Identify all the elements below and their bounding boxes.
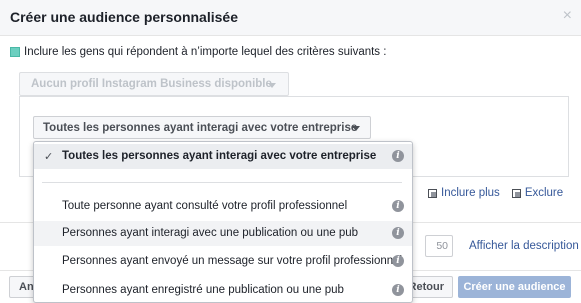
show-description-link[interactable]: Afficher la description bbox=[469, 240, 579, 252]
audience-name-char-count: 50 bbox=[425, 235, 453, 257]
dropdown-item-label: Personnes ayant interagi avec une public… bbox=[62, 227, 359, 239]
include-more-label: Inclure plus bbox=[441, 187, 500, 199]
dropdown-item-all-interactions[interactable]: ✓ Toutes les personnes ayant interagi av… bbox=[34, 144, 412, 169]
dialog-header: Créer une audience personnalisée × bbox=[0, 0, 581, 36]
dropdown-item-profile-visits[interactable]: Toute personne ayant consulté votre prof… bbox=[34, 194, 412, 219]
include-more-link[interactable]: Inclure plus bbox=[428, 187, 500, 199]
back-button[interactable]: Retour bbox=[406, 276, 453, 298]
include-marker-icon bbox=[10, 47, 20, 57]
dropdown-item-post-interactions[interactable]: Personnes ayant interagi avec une public… bbox=[34, 221, 412, 246]
dropdown-item-label: Personnes ayant enregistré une publicati… bbox=[62, 284, 344, 296]
interaction-type-dropdown: ✓ Toutes les personnes ayant interagi av… bbox=[33, 141, 413, 303]
exclude-label: Exclure bbox=[524, 187, 564, 199]
chevron-down-icon bbox=[268, 83, 276, 88]
instagram-profile-select-label: Aucun profil Instagram Business disponib… bbox=[31, 78, 272, 90]
exclude-icon bbox=[511, 188, 521, 198]
interaction-type-select[interactable]: Toutes les personnes ayant interagi avec… bbox=[33, 116, 371, 139]
include-exclude-actions: Inclure plus Exclure bbox=[428, 187, 563, 199]
include-criteria-row: Inclure les gens qui répondent à n’impor… bbox=[10, 45, 386, 59]
dropdown-divider bbox=[42, 182, 402, 183]
close-icon[interactable]: × bbox=[563, 8, 572, 24]
dropdown-item-messages[interactable]: Personnes ayant envoyé un message sur vo… bbox=[34, 249, 412, 274]
info-icon[interactable]: i bbox=[392, 150, 404, 162]
info-icon[interactable]: i bbox=[392, 200, 404, 212]
info-icon[interactable]: i bbox=[392, 255, 404, 267]
dialog-title: Créer une audience personnalisée bbox=[10, 9, 238, 25]
info-icon[interactable]: i bbox=[392, 284, 404, 296]
instagram-profile-select[interactable]: Aucun profil Instagram Business disponib… bbox=[19, 72, 289, 96]
chevron-down-icon bbox=[352, 126, 360, 131]
interaction-type-select-label: Toutes les personnes ayant interagi avec… bbox=[43, 122, 358, 134]
dropdown-item-label: Toutes les personnes ayant interagi avec… bbox=[62, 150, 377, 162]
create-audience-button[interactable]: Créer une audience bbox=[458, 276, 571, 298]
dropdown-item-label: Personnes ayant envoyé un message sur vo… bbox=[62, 255, 403, 267]
info-icon[interactable]: i bbox=[392, 227, 404, 239]
include-icon bbox=[428, 188, 437, 198]
dropdown-item-label: Toute personne ayant consulté votre prof… bbox=[62, 200, 348, 212]
exclude-link[interactable]: Exclure bbox=[511, 187, 564, 199]
checkmark-icon: ✓ bbox=[44, 151, 54, 163]
include-criteria-text: Inclure les gens qui répondent à n’impor… bbox=[24, 46, 387, 58]
dropdown-item-saved-posts[interactable]: Personnes ayant enregistré une publicati… bbox=[34, 278, 412, 302]
